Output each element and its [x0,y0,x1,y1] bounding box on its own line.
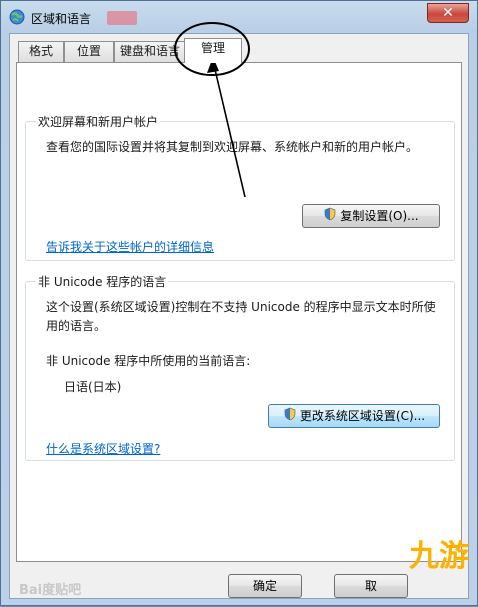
non-unicode-description-line1: 这个设置(系统区域设置)控制在不支持 Unicode 的程序中显示文本时所使 [46,300,436,314]
accounts-details-link[interactable]: 告诉我关于这些帐户的详细信息 [46,238,214,257]
globe-icon [9,9,25,25]
tab-location-label: 位置 [76,44,101,58]
change-system-locale-label: 更改系统区域设置(C)... [299,409,426,423]
region-language-dialog: 区域和语言 ✕ 格式 位置 键盘和语言 管理 欢迎屏幕和新用户帐户 查看您的国际… [0,0,478,606]
welcome-group-title: 欢迎屏幕和新用户帐户 [36,113,161,130]
cancel-button-label: 取 [364,579,377,593]
change-system-locale-button[interactable]: 更改系统区域设置(C)... [268,404,440,428]
window-title: 区域和语言 [31,12,92,26]
current-language-label: 非 Unicode 程序中所使用的当前语言: [46,354,251,368]
system-locale-info-link[interactable]: 什么是系统区域设置? [46,440,160,459]
tab-administrative[interactable]: 管理 [184,38,242,63]
close-icon: ✕ [442,5,454,21]
cancel-button[interactable]: 取 [334,574,408,598]
tab-strip: 格式 位置 键盘和语言 管理 [10,34,468,63]
ok-button-label: 确定 [252,579,277,593]
tab-location[interactable]: 位置 [64,41,114,62]
dialog-client-area: 格式 位置 键盘和语言 管理 欢迎屏幕和新用户帐户 查看您的国际设置并将其复制到… [9,33,469,599]
title-bar[interactable]: 区域和语言 ✕ [1,1,477,33]
non-unicode-description-line2: 用的语言。 [46,319,107,333]
welcome-description: 查看您的国际设置并将其复制到欢迎屏幕、系统帐户和新的用户帐户。 [46,140,419,154]
tab-formats-label: 格式 [28,44,53,58]
ok-button[interactable]: 确定 [228,574,302,598]
current-language-value: 日语(日本) [64,380,122,394]
non-unicode-group-title: 非 Unicode 程序的语言 [36,273,169,290]
uac-shield-icon [283,406,297,428]
close-button[interactable]: ✕ [427,3,469,23]
jiuyou-logo: 九游 [409,539,469,574]
non-unicode-group: 非 Unicode 程序的语言 这个设置(系统区域设置)控制在不支持 Unico… [25,273,455,461]
tab-keyboards-label: 键盘和语言 [119,44,180,58]
baidu-watermark: Bai度贴吧 [19,583,82,598]
welcome-screen-group: 欢迎屏幕和新用户帐户 查看您的国际设置并将其复制到欢迎屏幕、系统帐户和新的用户帐… [25,113,455,261]
tab-keyboards[interactable]: 键盘和语言 [114,41,186,62]
copy-settings-button[interactable]: 复制设置(O)... [302,204,440,228]
uac-shield-icon [323,206,337,228]
tab-page-administrative: 欢迎屏幕和新用户帐户 查看您的国际设置并将其复制到欢迎屏幕、系统帐户和新的用户帐… [16,62,462,562]
tab-formats[interactable]: 格式 [18,41,64,62]
tab-administrative-label: 管理 [200,41,225,55]
copy-settings-label: 复制设置(O)... [340,209,419,223]
title-stamp-mark [107,11,137,25]
